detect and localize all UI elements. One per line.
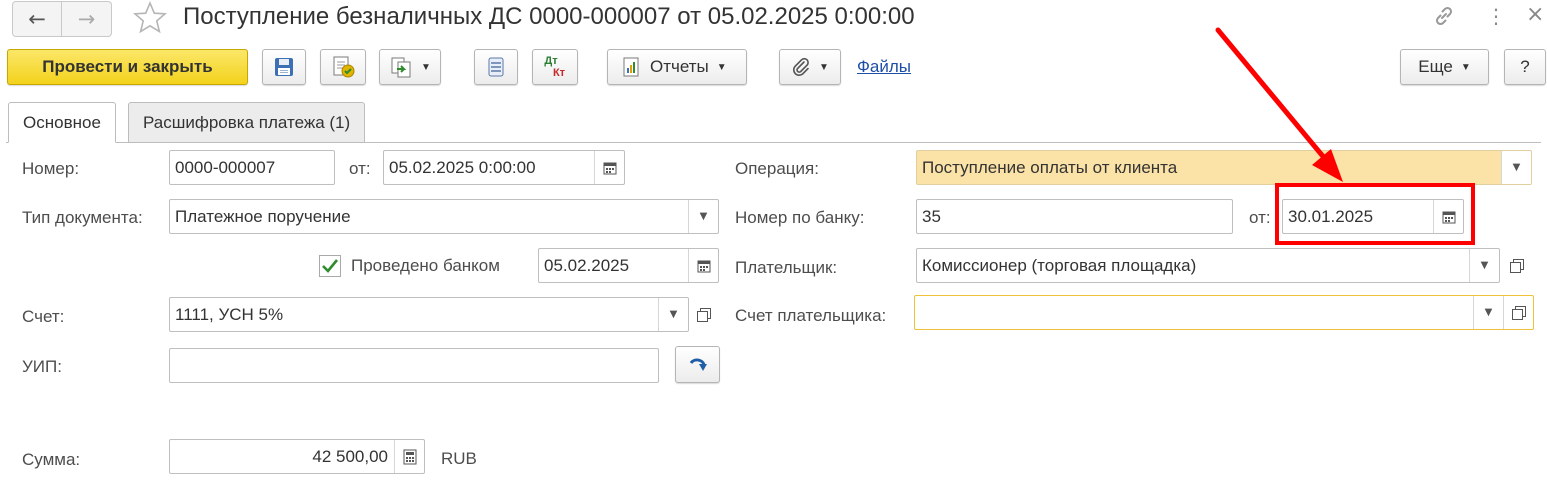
close-icon[interactable]: × <box>1526 3 1544 27</box>
posted-by-bank-date-value: 05.02.2025 <box>544 255 630 275</box>
dropdown-arrow-icon[interactable]: ▼ <box>1469 249 1499 282</box>
account-label: Счет: <box>22 307 65 326</box>
sum-field[interactable]: 42 500,00 <box>169 439 425 474</box>
annotation-highlight-box <box>1275 183 1475 245</box>
bank-number-value: 35 <box>922 206 941 226</box>
sum-label: Сумма: <box>22 450 81 469</box>
currency-label: RUB <box>441 449 477 468</box>
posted-by-bank-date-field[interactable]: 05.02.2025 <box>538 248 719 283</box>
post-document-icon <box>333 56 355 78</box>
dropdown-caret-icon: ▼ <box>1460 61 1471 73</box>
list-icon <box>488 57 504 77</box>
tab-main[interactable]: Основное <box>8 102 116 143</box>
help-label: ? <box>1520 57 1530 76</box>
help-button[interactable]: ? <box>1504 49 1546 85</box>
payer-label: Плательщик: <box>735 258 838 277</box>
tab-payment-details[interactable]: Расшифровка платежа (1) <box>128 102 366 143</box>
create-based-on-button[interactable]: ▼ <box>379 49 441 85</box>
doc-type-value: Платежное поручение <box>175 206 351 226</box>
account-value: 1111, УСН 5% <box>175 304 284 324</box>
paperclip-icon <box>793 57 809 77</box>
link-icon[interactable] <box>1432 4 1456 35</box>
dt-kt-button[interactable]: Дт Кт <box>532 49 578 85</box>
dt-label: Дт <box>544 55 558 67</box>
more-label: Еще <box>1418 57 1453 76</box>
dropdown-arrow-icon[interactable]: ▼ <box>1473 296 1503 329</box>
reports-label: Отчеты <box>650 57 709 76</box>
payer-account-select[interactable]: ▼ <box>914 295 1534 330</box>
uip-label: УИП: <box>22 357 62 376</box>
floppy-disk-icon <box>275 58 293 76</box>
bank-number-label: Номер по банку: <box>735 208 865 227</box>
payer-account-label: Счет плательщика: <box>735 306 887 325</box>
post-and-close-button[interactable]: Провести и закрыть <box>7 49 248 85</box>
calendar-icon[interactable] <box>688 249 718 282</box>
dropdown-caret-icon: ▼ <box>716 61 727 73</box>
post-document-button[interactable] <box>320 49 366 85</box>
payer-value: Комиссионер (торговая площадка) <box>922 255 1197 275</box>
account-select[interactable]: 1111, УСН 5% ▼ <box>169 297 689 332</box>
arrow-right-icon: → <box>77 7 96 31</box>
date-from-label: от: <box>349 159 371 178</box>
more-actions-icon[interactable]: ⋮ <box>1486 4 1506 28</box>
bank-date-from-label: от: <box>1249 208 1271 227</box>
payer-select[interactable]: Комиссионер (торговая площадка) ▼ <box>916 248 1500 283</box>
reports-icon <box>623 57 639 77</box>
star-icon[interactable] <box>132 0 168 36</box>
bank-number-input[interactable]: 35 <box>916 199 1233 234</box>
calendar-icon[interactable] <box>594 151 624 184</box>
open-in-window-icon <box>697 307 711 322</box>
journal-list-button[interactable] <box>474 49 518 85</box>
open-payer-button[interactable] <box>1502 248 1532 283</box>
doc-type-label: Тип документа: <box>22 208 143 227</box>
open-account-button[interactable] <box>689 297 719 332</box>
uip-input[interactable] <box>169 348 659 383</box>
number-label: Номер: <box>22 159 80 178</box>
post-and-close-label: Провести и закрыть <box>42 57 213 76</box>
forward-button[interactable]: → <box>62 1 112 37</box>
files-link[interactable]: Файлы <box>857 57 911 77</box>
operation-label: Операция: <box>735 159 819 178</box>
open-in-window-icon[interactable] <box>1503 296 1533 329</box>
reports-button[interactable]: Отчеты ▼ <box>607 49 747 85</box>
back-button[interactable]: ← <box>12 1 62 37</box>
doc-type-select[interactable]: Платежное поручение ▼ <box>169 199 719 234</box>
document-title: Поступление безналичных ДС 0000-000007 о… <box>183 3 915 30</box>
kt-label: Кт <box>552 67 566 79</box>
dropdown-arrow-icon[interactable]: ▼ <box>688 200 718 233</box>
sum-value: 42 500,00 <box>312 446 388 466</box>
annotation-arrow-icon <box>1215 27 1343 182</box>
tab-main-label: Основное <box>23 112 101 132</box>
calculator-icon[interactable] <box>394 440 424 473</box>
attachments-button[interactable]: ▼ <box>779 49 841 85</box>
create-based-on-icon <box>391 57 411 78</box>
dropdown-caret-icon: ▼ <box>819 61 829 73</box>
posted-by-bank-label: Проведено банком <box>351 256 500 275</box>
dropdown-arrow-icon[interactable]: ▼ <box>658 298 688 331</box>
save-button[interactable] <box>262 49 306 85</box>
fill-uip-button[interactable] <box>675 346 720 383</box>
dropdown-arrow-icon[interactable]: ▼ <box>1501 151 1531 184</box>
date-field[interactable]: 05.02.2025 0:00:00 <box>383 150 625 185</box>
arrow-left-icon: ← <box>28 7 46 31</box>
number-value: 0000-000007 <box>175 157 276 177</box>
number-field[interactable]: 0000-000007 <box>169 150 335 185</box>
tab-payment-details-label: Расшифровка платежа (1) <box>143 112 351 132</box>
posted-by-bank-checkbox[interactable] <box>319 255 341 277</box>
more-button[interactable]: Еще ▼ <box>1400 49 1489 85</box>
fill-arrow-icon <box>689 358 707 371</box>
dropdown-caret-icon: ▼ <box>421 61 431 73</box>
checkmark-icon <box>322 259 339 273</box>
date-value: 05.02.2025 0:00:00 <box>389 157 536 177</box>
open-in-window-icon <box>1510 258 1524 273</box>
